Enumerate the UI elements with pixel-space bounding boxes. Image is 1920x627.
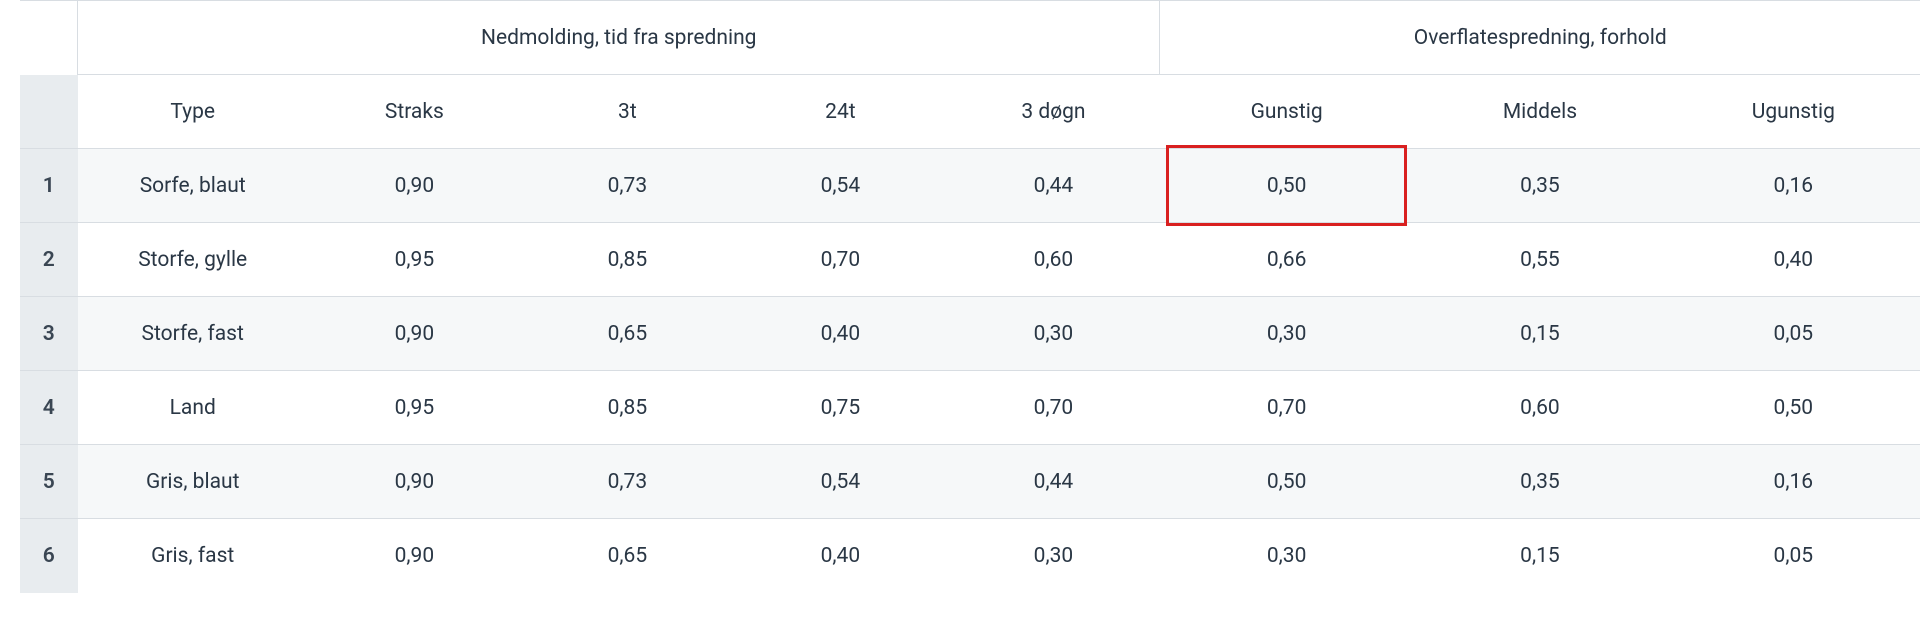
- cell-type[interactable]: Gris, fast: [78, 519, 308, 593]
- col-header-gunstig[interactable]: Gunstig: [1160, 75, 1413, 149]
- cell-d3[interactable]: 0,30: [947, 297, 1160, 371]
- cell-type[interactable]: Gris, blaut: [78, 445, 308, 519]
- cell-t24[interactable]: 0,40: [734, 297, 947, 371]
- group-header-overflate: Overflatespredning, forhold: [1160, 1, 1920, 75]
- cell-gunstig[interactable]: 0,30: [1160, 297, 1413, 371]
- cell-middels[interactable]: 0,15: [1413, 297, 1666, 371]
- cell-type[interactable]: Land: [78, 371, 308, 445]
- table-row[interactable]: 6Gris, fast0,900,650,400,300,300,150,05: [20, 519, 1920, 593]
- col-header-3dogn[interactable]: 3 døgn: [947, 75, 1160, 149]
- table-row[interactable]: 5Gris, blaut0,900,730,540,440,500,350,16: [20, 445, 1920, 519]
- cell-straks[interactable]: 0,90: [308, 149, 521, 223]
- cell-straks[interactable]: 0,90: [308, 519, 521, 593]
- cell-gunstig[interactable]: 0,50: [1160, 445, 1413, 519]
- cell-gunstig[interactable]: 0,50: [1160, 149, 1413, 223]
- row-number[interactable]: 5: [20, 445, 78, 519]
- col-header-type[interactable]: Type: [78, 75, 308, 149]
- cell-t3[interactable]: 0,73: [521, 149, 734, 223]
- cell-t24[interactable]: 0,54: [734, 149, 947, 223]
- col-header-3t[interactable]: 3t: [521, 75, 734, 149]
- cell-ugunstig[interactable]: 0,05: [1667, 297, 1920, 371]
- cell-t3[interactable]: 0,65: [521, 297, 734, 371]
- cell-t24[interactable]: 0,75: [734, 371, 947, 445]
- cell-d3[interactable]: 0,44: [947, 149, 1160, 223]
- cell-t3[interactable]: 0,65: [521, 519, 734, 593]
- col-header-24t[interactable]: 24t: [734, 75, 947, 149]
- row-number[interactable]: 6: [20, 519, 78, 593]
- cell-d3[interactable]: 0,70: [947, 371, 1160, 445]
- cell-d3[interactable]: 0,30: [947, 519, 1160, 593]
- col-header-straks[interactable]: Straks: [308, 75, 521, 149]
- cell-t24[interactable]: 0,70: [734, 223, 947, 297]
- row-number[interactable]: 3: [20, 297, 78, 371]
- table-row[interactable]: 1Sorfe, blaut0,900,730,540,440,500,350,1…: [20, 149, 1920, 223]
- cell-middels[interactable]: 0,35: [1413, 149, 1666, 223]
- cell-straks[interactable]: 0,90: [308, 297, 521, 371]
- cell-ugunstig[interactable]: 0,50: [1667, 371, 1920, 445]
- cell-t3[interactable]: 0,85: [521, 371, 734, 445]
- cell-type[interactable]: Sorfe, blaut: [78, 149, 308, 223]
- cell-middels[interactable]: 0,60: [1413, 371, 1666, 445]
- cell-straks[interactable]: 0,95: [308, 223, 521, 297]
- cell-middels[interactable]: 0,15: [1413, 519, 1666, 593]
- row-number[interactable]: 1: [20, 149, 78, 223]
- cell-middels[interactable]: 0,35: [1413, 445, 1666, 519]
- cell-ugunstig[interactable]: 0,40: [1667, 223, 1920, 297]
- cell-middels[interactable]: 0,55: [1413, 223, 1666, 297]
- cell-gunstig[interactable]: 0,30: [1160, 519, 1413, 593]
- cell-ugunstig[interactable]: 0,05: [1667, 519, 1920, 593]
- highlight-box: [1166, 145, 1407, 226]
- cell-type[interactable]: Storfe, fast: [78, 297, 308, 371]
- cell-t3[interactable]: 0,73: [521, 445, 734, 519]
- cell-d3[interactable]: 0,44: [947, 445, 1160, 519]
- table-corner: [20, 1, 78, 75]
- table-row[interactable]: 3Storfe, fast0,900,650,400,300,300,150,0…: [20, 297, 1920, 371]
- cell-d3[interactable]: 0,60: [947, 223, 1160, 297]
- cell-type[interactable]: Storfe, gylle: [78, 223, 308, 297]
- table-row[interactable]: 4Land0,950,850,750,700,700,600,50: [20, 371, 1920, 445]
- cell-t24[interactable]: 0,54: [734, 445, 947, 519]
- cell-straks[interactable]: 0,95: [308, 371, 521, 445]
- table-row[interactable]: 2Storfe, gylle0,950,850,700,600,660,550,…: [20, 223, 1920, 297]
- cell-t3[interactable]: 0,85: [521, 223, 734, 297]
- cell-ugunstig[interactable]: 0,16: [1667, 149, 1920, 223]
- cell-gunstig[interactable]: 0,70: [1160, 371, 1413, 445]
- spreading-factors-table: Nedmolding, tid fra spredning Overflates…: [20, 0, 1920, 593]
- group-header-nedmolding: Nedmolding, tid fra spredning: [78, 1, 1160, 75]
- col-header-middels[interactable]: Middels: [1413, 75, 1666, 149]
- cell-gunstig[interactable]: 0,66: [1160, 223, 1413, 297]
- col-header-ugunstig[interactable]: Ugunstig: [1667, 75, 1920, 149]
- row-number[interactable]: 4: [20, 371, 78, 445]
- cell-t24[interactable]: 0,40: [734, 519, 947, 593]
- row-number[interactable]: 2: [20, 223, 78, 297]
- cell-straks[interactable]: 0,90: [308, 445, 521, 519]
- row-number-header: [20, 75, 78, 149]
- cell-ugunstig[interactable]: 0,16: [1667, 445, 1920, 519]
